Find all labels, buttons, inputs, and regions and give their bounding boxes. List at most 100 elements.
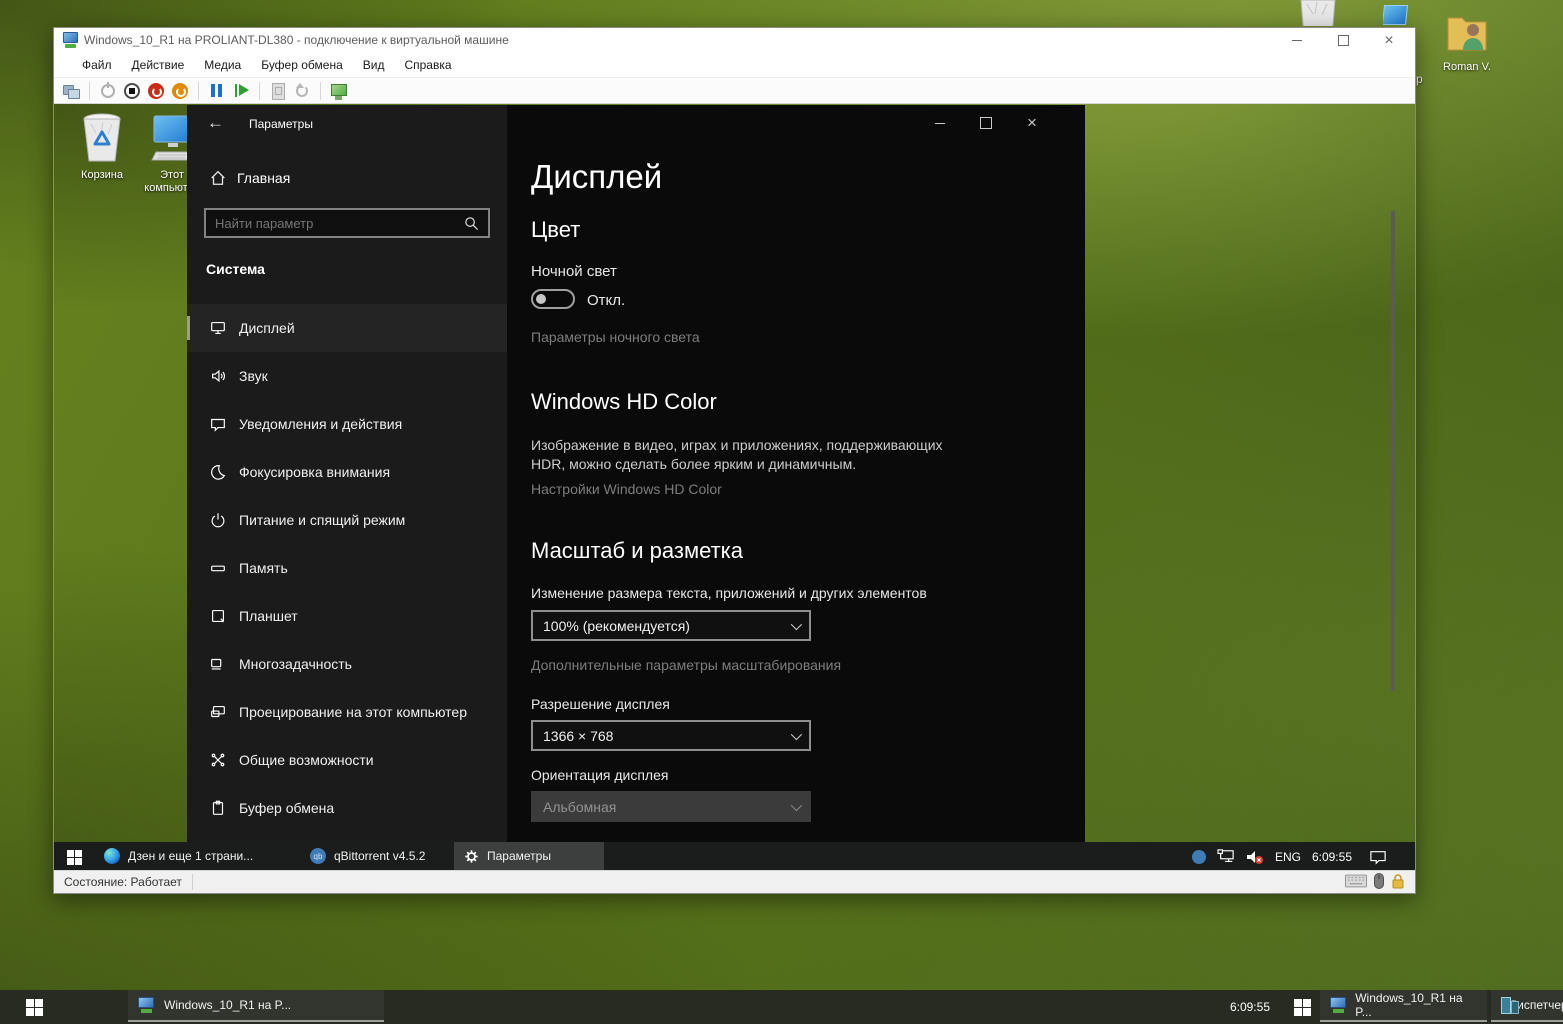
- checkpoint-icon[interactable]: [330, 82, 348, 100]
- hdr-settings-link[interactable]: Настройки Windows HD Color: [531, 481, 722, 497]
- sidebar-item-display[interactable]: Дисплей: [187, 304, 507, 352]
- revert-vm-icon[interactable]: [293, 82, 311, 100]
- sidebar-item-sound[interactable]: Звук: [187, 352, 507, 400]
- pause-vm-icon[interactable]: [208, 82, 226, 100]
- settings-close-button[interactable]: ×: [1015, 109, 1049, 137]
- tray-qbittorrent-icon[interactable]: [1192, 850, 1206, 864]
- chevron-down-icon: [791, 618, 802, 629]
- sidebar-item-power-sleep[interactable]: Питание и спящий режим: [187, 496, 507, 544]
- sidebar-item-projecting[interactable]: Проецирование на этот компьютер: [187, 688, 507, 736]
- hidden-icon-label-fragment: р: [1416, 72, 1423, 86]
- mouse-status-icon: [1374, 873, 1384, 889]
- taskbar-tab-settings[interactable]: Параметры: [454, 842, 604, 872]
- scrollbar-thumb[interactable]: [1391, 211, 1395, 691]
- storage-icon: [209, 559, 227, 577]
- desktop-icon-user-folder[interactable]: Roman V.: [1430, 10, 1504, 74]
- menu-view[interactable]: Вид: [353, 55, 395, 75]
- gear-icon: [464, 849, 479, 864]
- sidebar-item-notifications[interactable]: Уведомления и действия: [187, 400, 507, 448]
- turn-off-vm-icon[interactable]: [123, 82, 141, 100]
- search-icon[interactable]: [464, 216, 479, 231]
- host-start-button-monitor2[interactable]: [1282, 990, 1322, 1024]
- user-folder-icon: [1444, 10, 1490, 56]
- display-icon: [209, 319, 227, 337]
- vm-status-text: Состояние: Работает: [54, 875, 192, 889]
- night-light-state: Откл.: [587, 292, 625, 309]
- host-desktop: р Roman V. Фигня всякая Windows_10_R1 на…: [0, 0, 1563, 1024]
- vm-window-title: Windows_10_R1 на PROLIANT-DL380 - подклю…: [84, 33, 509, 47]
- volume-muted-icon[interactable]: [1246, 849, 1264, 865]
- night-light-settings-link[interactable]: Параметры ночного света: [531, 329, 700, 345]
- resume-vm-icon[interactable]: [232, 82, 250, 100]
- ctrl-alt-del-icon[interactable]: [62, 82, 80, 100]
- menu-media[interactable]: Медиа: [194, 55, 251, 75]
- tablet-icon: [209, 607, 227, 625]
- network-icon[interactable]: [1217, 849, 1235, 865]
- menu-action[interactable]: Действие: [122, 55, 195, 75]
- power-icon: [209, 511, 227, 529]
- settings-minimize-button[interactable]: [923, 109, 957, 137]
- hdr-heading: Windows HD Color: [531, 389, 717, 415]
- host-task-vm-window[interactable]: Windows_10_R1 на P...: [128, 990, 384, 1022]
- desktop-icon-label: Roman V.: [1430, 61, 1504, 74]
- host-task-vm-window-monitor2[interactable]: Windows_10_R1 на P...: [1320, 990, 1487, 1022]
- host-start-button[interactable]: [14, 990, 54, 1024]
- sidebar-item-label: Питание и спящий режим: [239, 512, 405, 528]
- scale-dropdown-value: 100% (рекомендуется): [543, 618, 690, 634]
- taskbar-tab-edge[interactable]: Дзен и еще 1 страни...: [94, 842, 296, 872]
- save-vm-icon[interactable]: [171, 82, 189, 100]
- vm-maximize-button[interactable]: [1321, 28, 1365, 53]
- sidebar-item-home[interactable]: Главная: [209, 169, 290, 187]
- settings-window: ← Параметры Главная Систем: [187, 105, 1085, 842]
- menu-help[interactable]: Справка: [394, 55, 461, 75]
- host-clock[interactable]: 6:09:55: [1198, 990, 1270, 1024]
- host-task-label: Windows_10_R1 на P...: [164, 998, 291, 1012]
- partial-recycle-bin-icon[interactable]: [1295, 0, 1341, 26]
- sidebar-item-clipboard[interactable]: Буфер обмена: [187, 784, 507, 832]
- sidebar-item-storage[interactable]: Память: [187, 544, 507, 592]
- menu-clipboard[interactable]: Буфер обмена: [251, 55, 353, 75]
- resolution-dropdown[interactable]: 1366 × 768: [531, 720, 811, 751]
- projecting-icon: [209, 703, 227, 721]
- guest-system-tray: ENG 6:09:55: [1192, 842, 1387, 872]
- vm-titlebar: Windows_10_R1 на PROLIANT-DL380 - подклю…: [54, 28, 1415, 53]
- advanced-scaling-link[interactable]: Дополнительные параметры масштабирования: [531, 657, 841, 673]
- guest-icon-recycle-bin[interactable]: Корзина: [64, 112, 140, 182]
- scale-dropdown[interactable]: 100% (рекомендуется): [531, 610, 811, 641]
- sidebar-item-multitasking[interactable]: Многозадачность: [187, 640, 507, 688]
- lock-status-icon: [1391, 873, 1405, 889]
- taskbar-tab-label: Параметры: [487, 849, 551, 863]
- host-task-hyperv-manager[interactable]: Диспетчер: [1491, 990, 1563, 1022]
- language-indicator[interactable]: ENG: [1275, 850, 1301, 864]
- start-vm-icon[interactable]: [99, 82, 117, 100]
- settings-app-title: Параметры: [249, 117, 313, 131]
- guest-desktop: Корзина Этот компьютер ← Параметры: [54, 104, 1415, 872]
- guest-start-button[interactable]: [54, 842, 94, 872]
- sidebar-item-tablet[interactable]: Планшет: [187, 592, 507, 640]
- settings-search-box[interactable]: [204, 208, 490, 238]
- search-input[interactable]: [206, 216, 464, 231]
- action-center-icon[interactable]: [1369, 849, 1387, 865]
- settings-maximize-button[interactable]: [969, 109, 1003, 137]
- shutdown-vm-icon[interactable]: [147, 82, 165, 100]
- windows-logo-icon: [26, 999, 43, 1016]
- guest-clock[interactable]: 6:09:55: [1312, 850, 1352, 864]
- partial-computer-icon[interactable]: [1383, 5, 1409, 27]
- sidebar-item-label: Память: [239, 560, 288, 576]
- menu-file[interactable]: Файл: [72, 55, 122, 75]
- back-button[interactable]: ←: [207, 113, 224, 133]
- notifications-icon: [209, 415, 227, 433]
- sidebar-item-label: Звук: [239, 368, 268, 384]
- vm-close-button[interactable]: ×: [1367, 28, 1411, 53]
- export-vm-icon[interactable]: [269, 82, 287, 100]
- sidebar-item-focus-assist[interactable]: Фокусировка внимания: [187, 448, 507, 496]
- sidebar-item-shared-experiences[interactable]: Общие возможности: [187, 736, 507, 784]
- night-light-toggle[interactable]: [531, 289, 575, 309]
- taskbar-tab-qbittorrent[interactable]: qb qBittorrent v4.5.2: [300, 842, 450, 872]
- windows-logo-icon: [67, 850, 82, 865]
- vm-menubar: Файл Действие Медиа Буфер обмена Вид Спр…: [54, 53, 1415, 77]
- edge-browser-icon: [104, 848, 120, 864]
- resolution-dropdown-value: 1366 × 768: [543, 728, 613, 744]
- orientation-dropdown[interactable]: Альбомная: [531, 791, 811, 822]
- vm-minimize-button[interactable]: [1275, 28, 1319, 53]
